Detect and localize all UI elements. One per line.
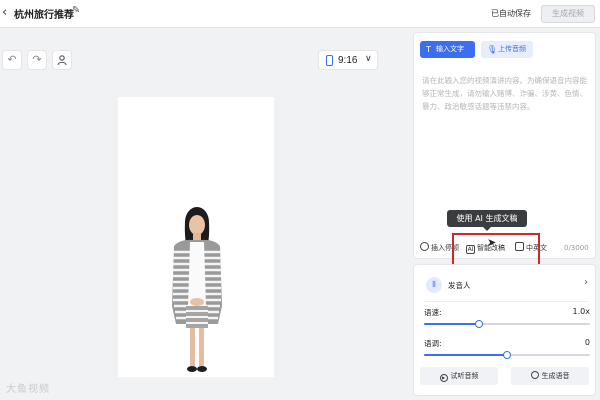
speed-slider-fill [424, 323, 479, 325]
generate-voice-button[interactable]: 生成语音 [511, 367, 589, 385]
tab-upload-audio[interactable]: 🎙 上传音频 [481, 41, 533, 58]
generate-video-button[interactable]: 生成视频 [541, 5, 595, 23]
autosave-status: 已自动保存 [491, 9, 531, 18]
pitch-slider-fill [424, 354, 507, 356]
person-icon[interactable] [52, 50, 72, 70]
mouse-cursor-icon: ➤ [487, 236, 497, 249]
text-icon: T [426, 45, 431, 54]
divider [424, 301, 589, 302]
project-title: 杭州旅行推荐 [14, 10, 74, 21]
waveform-icon: ⦀ [426, 277, 442, 293]
play-icon: ▶ [439, 374, 448, 382]
watermark: 大鱼视频 [6, 384, 50, 395]
speed-slider-handle[interactable] [474, 320, 483, 328]
speaker-label: 发音人 [448, 281, 471, 290]
script-textarea[interactable]: 请在此输入您的视频演讲内容。为确保语音内容能够正常生成，请勿输入赌博、诈骗、涉黄… [422, 74, 590, 113]
speed-label: 语速: [424, 308, 442, 317]
listen-audio-label: 试听音频 [450, 372, 479, 380]
aspect-ratio-select[interactable]: 9:16 ∨ [318, 50, 378, 70]
speed-slider[interactable] [424, 320, 590, 328]
microphone-icon: 🎙 [487, 45, 498, 54]
pitch-slider-handle[interactable] [503, 351, 511, 359]
tab-input-text[interactable]: T 输入文字 [420, 41, 475, 58]
redo-icon[interactable]: ↷ [27, 50, 47, 70]
tab-upload-audio-label: 上传音频 [498, 45, 526, 53]
voice-settings-panel: ⦀ 发音人 › 语速: 1.0x 语调: 0 ▶ 试听音频 生成语音 [413, 264, 596, 396]
char-count: 0/3000 [564, 244, 589, 252]
pencil-icon[interactable]: ✎ [72, 5, 80, 16]
undo-icon[interactable]: ↶ [2, 50, 22, 70]
listen-audio-button[interactable]: ▶ 试听音频 [420, 367, 498, 385]
tab-input-text-label: 输入文字 [436, 45, 464, 53]
pitch-slider[interactable] [424, 351, 590, 359]
top-bar: ‹ 杭州旅行推荐 ✎ 已自动保存 生成视频 [0, 0, 600, 28]
pitch-value: 0 [584, 338, 590, 347]
video-preview[interactable] [118, 97, 274, 377]
aspect-ratio-value: 9:16 [338, 55, 358, 66]
ai-tooltip: 使用 AI 生成文稿 [447, 210, 527, 231]
phone-icon [326, 55, 333, 66]
clock-icon [420, 242, 429, 251]
voice-icon [530, 371, 539, 379]
speed-value: 1.0x [572, 307, 590, 316]
avatar-figure [172, 207, 222, 372]
chevron-down-icon: ∨ [365, 54, 372, 64]
generate-voice-label: 生成语音 [541, 372, 570, 380]
chevron-right-icon[interactable]: › [584, 277, 588, 288]
chevron-left-icon[interactable]: ‹ [2, 5, 7, 20]
pitch-label: 语调: [424, 339, 442, 348]
